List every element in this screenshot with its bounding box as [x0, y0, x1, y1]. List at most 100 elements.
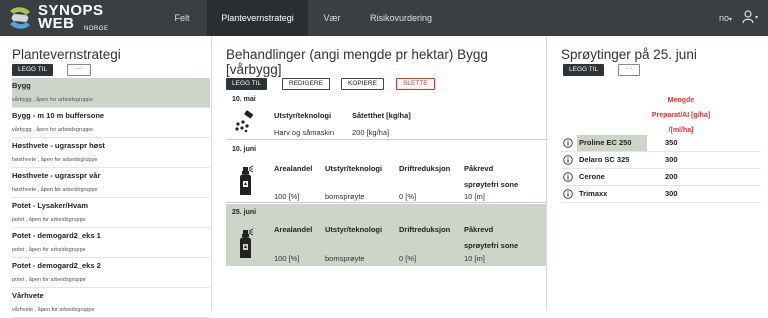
chevron-down-icon: ▾: [728, 17, 732, 23]
strategy-item-subtitle: høsthvete , åpen for arbeidsgruppe: [12, 187, 98, 193]
spray-bottle-icon: [240, 228, 254, 258]
info-icon[interactable]: [563, 155, 573, 165]
cell-value: 0 [%]: [399, 254, 417, 263]
amount-header-line1: Mengde: [667, 97, 695, 104]
strategy-list-item[interactable]: Bygg - m 10 m buffersone vårbygg , åpen f…: [12, 108, 210, 138]
strategy-list-item[interactable]: Høsthvete - ugrasspr vår høsthvete , åpen…: [12, 168, 210, 198]
strategy-panel-title: Plantevernstrategi: [12, 47, 121, 62]
spray-bottle-icon: [240, 165, 254, 195]
strategy-panel: Plantevernstrategi LEGG TIL ··· Bygg vårb…: [0, 36, 211, 318]
strategy-more-button[interactable]: ···: [67, 64, 91, 76]
delete-treatment-button[interactable]: SLETTE: [396, 78, 435, 90]
strategy-item-subtitle: vårhvete , åpen for arbeidsgruppe: [12, 307, 95, 313]
logo-sub-text: NORGE: [84, 26, 109, 32]
treatment-date: 25. juni: [232, 209, 257, 216]
strategy-item-subtitle: potet , åpen for arbeidsgruppe: [12, 217, 86, 223]
strategy-item-subtitle: potet , åpen for arbeidsgruppe: [12, 247, 86, 253]
strategy-item-title: Potet - Lysaker/Hvam: [12, 201, 89, 210]
strategy-list-item[interactable]: Potet - demogard2_eks 1 potet , åpen for …: [12, 228, 210, 258]
top-navbar: SYNOPS WEB NORGE Felt Plantevernstrategi…: [0, 0, 768, 36]
cell-value: 10 [m]: [464, 192, 485, 201]
nav-vaer[interactable]: Vær: [312, 0, 352, 36]
sprayings-panel-title: Sprøytinger på 25. juni: [561, 47, 697, 62]
treatments-title-line1: Behandlinger (angi mengde pr hektar) Byg…: [226, 47, 488, 62]
treatment-date: 10. juni: [232, 146, 257, 153]
treatment-entry[interactable]: 10. mai Utstyr/teknologi Såtetthet [kg/h…: [226, 92, 546, 140]
column-header: sprøytefri sone: [464, 241, 519, 250]
treatment-entry-selected[interactable]: 25. juni Arealandel Utstyr/teknologi Dri…: [226, 204, 546, 266]
strategy-item-title: Høsthvete - ugrasspr høst: [12, 141, 105, 150]
product-amount[interactable]: 350: [665, 135, 678, 151]
treatments-title-line2: [vårbygg]: [226, 62, 282, 77]
strategy-list-item[interactable]: Potet - demogard2_eks 2 potet , åpen for …: [12, 258, 210, 288]
column-header: Driftreduksjon: [399, 164, 451, 173]
edit-treatment-button[interactable]: REDIGERE: [282, 78, 330, 90]
product-name: Trimaxx: [579, 189, 608, 198]
copy-treatment-button[interactable]: KOPIERE: [341, 78, 384, 90]
product-amount[interactable]: 300: [665, 186, 678, 202]
strategy-list-item[interactable]: Vårhvete vårhvete , åpen for arbeidsgrupp…: [12, 288, 210, 318]
product-row[interactable]: Cerone 200: [561, 169, 761, 186]
strategy-item-title: Bygg: [12, 81, 31, 90]
strategy-item-subtitle: potet , åpen for arbeidsgruppe: [12, 277, 86, 283]
nav-felt[interactable]: Felt: [160, 0, 204, 36]
info-icon[interactable]: [563, 172, 573, 182]
treatments-panel: Behandlinger (angi mengde pr hektar) Byg…: [211, 36, 547, 311]
product-amount[interactable]: 200: [665, 169, 678, 185]
nav-plantevernstrategi[interactable]: Plantevernstrategi: [207, 0, 308, 36]
product-row[interactable]: Delaro SC 325 300: [561, 152, 761, 169]
column-header: Utstyr/teknologi: [274, 111, 332, 120]
cell-value: 100 [%]: [274, 254, 300, 263]
cell-value: 100 [%]: [274, 192, 300, 201]
column-header: sprøytefri sone: [464, 180, 519, 189]
product-row[interactable]: Trimaxx 300: [561, 186, 761, 203]
synops-logo[interactable]: SYNOPS WEB NORGE: [6, 3, 126, 33]
product-name: Delaro SC 325: [579, 155, 630, 164]
column-header: Driftreduksjon: [399, 225, 451, 234]
column-header: Arealandel: [274, 164, 313, 173]
product-row[interactable]: Proline EC 250 350: [561, 135, 761, 152]
strategy-item-title: Vårhvete: [12, 291, 44, 300]
strategy-item-title: Høsthvete - ugrasspr vår: [12, 171, 101, 180]
logo-mark-icon: [10, 7, 30, 29]
strategy-list-item[interactable]: Bygg vårbygg , åpen for arbeidsgruppe: [12, 78, 210, 108]
chevron-down-icon: ▾: [755, 15, 759, 21]
add-spraying-button[interactable]: LEGG TIL: [563, 64, 605, 76]
column-header: Påkrevd: [464, 225, 494, 234]
nav-risikovurdering[interactable]: Risikovurdering: [360, 0, 442, 36]
product-name: Cerone: [579, 172, 605, 181]
user-menu[interactable]: ▾: [742, 10, 760, 26]
user-icon: [742, 10, 754, 24]
column-header: Utstyr/teknologi: [325, 164, 383, 173]
strategy-item-subtitle: høsthvete , åpen for arbeidsgruppe: [12, 157, 98, 163]
info-icon[interactable]: [563, 189, 573, 199]
treatment-entry[interactable]: 10. juni Arealandel Utstyr/teknologi Dri…: [226, 141, 546, 203]
cell-value: 200 [kg/ha]: [352, 128, 390, 137]
sprayings-panel: Sprøytinger på 25. juni LEGG TIL ··· Men…: [547, 36, 768, 311]
strategy-list-item[interactable]: Høsthvete - ugrasspr høst høsthvete , åpe…: [12, 138, 210, 168]
product-amount[interactable]: 300: [665, 152, 678, 168]
language-label: no: [718, 13, 729, 23]
cell-value: bomsprøyte: [325, 192, 365, 201]
seeder-icon: [235, 110, 254, 132]
add-strategy-button[interactable]: LEGG TIL: [12, 64, 54, 76]
info-icon[interactable]: [563, 138, 573, 148]
strategy-list-item[interactable]: Potet - Lysaker/Hvam potet , åpen for arb…: [12, 198, 210, 228]
column-header: Utstyr/teknologi: [325, 225, 383, 234]
strategy-item-title: Potet - demogard2_eks 2: [12, 261, 101, 270]
product-name: Proline EC 250: [577, 135, 647, 151]
cell-value: 0 [%]: [399, 192, 417, 201]
language-selector[interactable]: no▾: [719, 0, 732, 36]
spraying-more-button[interactable]: ···: [618, 64, 640, 76]
add-treatment-button[interactable]: LEGG TIL: [226, 78, 268, 90]
strategy-item-subtitle: vårbygg , åpen for arbeidsgruppe: [12, 97, 94, 103]
strategy-item-subtitle: vårbygg , åpen for arbeidsgruppe: [12, 127, 94, 133]
amount-header-line2: Preparat/AI [g/ha]: [651, 112, 711, 119]
cell-value: Harv og såmaskin: [274, 128, 335, 137]
strategy-item-title: Potet - demogard2_eks 1: [12, 231, 101, 240]
column-header: Påkrevd: [464, 164, 494, 173]
treatment-date: 10. mai: [232, 96, 256, 103]
strategy-item-title: Bygg - m 10 m buffersone: [12, 111, 105, 120]
column-header: Arealandel: [274, 225, 313, 234]
cell-value: 10 [m]: [464, 254, 485, 263]
